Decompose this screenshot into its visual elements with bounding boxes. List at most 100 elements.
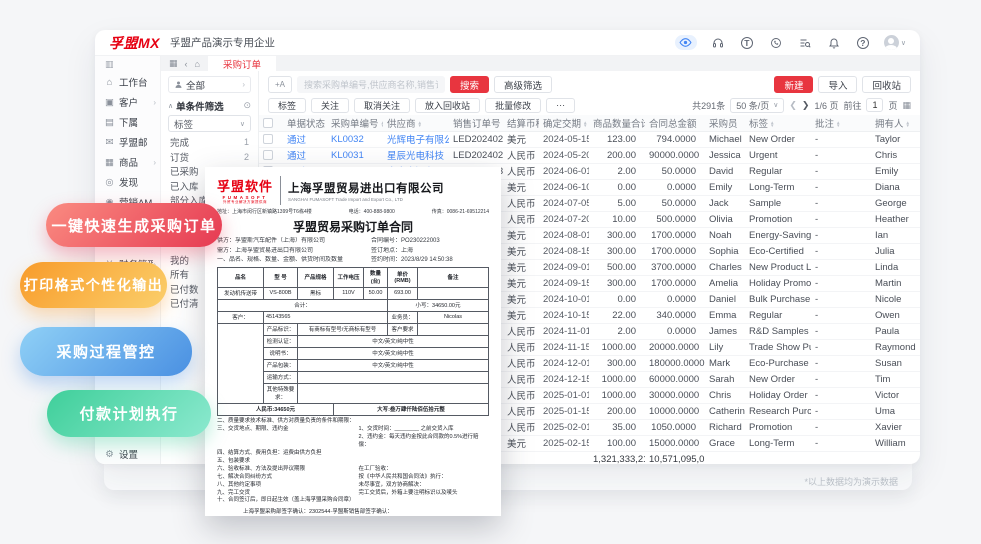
toolbar-button-放入回收站[interactable]: 放入回收站 [415, 97, 481, 113]
cell-date: 2024-11-15 [539, 339, 589, 356]
row-checkbox[interactable] [263, 150, 273, 160]
quick-filter-icon-button[interactable]: +A [268, 76, 292, 93]
column-header-采购单编号[interactable]: 采购单编号 ▲ ▼ [327, 115, 383, 132]
filter-settings-icon[interactable]: ⊙ [243, 100, 251, 111]
contract-attr-label: 其他特殊要求： [263, 382, 298, 404]
cell-status[interactable]: 通过 [283, 147, 327, 164]
column-header-合同总金额[interactable]: 合同总金额 [645, 115, 705, 132]
cell-date: 2024-09-01 [539, 259, 589, 276]
search-button[interactable]: 搜索 [450, 76, 490, 93]
column-settings-icon[interactable]: ▦ [902, 100, 911, 111]
cell-sup[interactable]: 光辉电子有限公司 [383, 131, 449, 148]
tab-grid-icon[interactable]: ▦ [169, 58, 178, 69]
cell-note: - [811, 403, 871, 420]
column-header-单据状态[interactable]: 单据状态▲▼ [283, 115, 327, 132]
sidebar-item-设置[interactable]: ⚙ 设置 [95, 444, 160, 464]
cell-po[interactable]: KL0031 [327, 147, 383, 164]
toolbar-button-关注[interactable]: 关注 [311, 97, 350, 113]
tab-back-icon[interactable]: ‹ [185, 59, 188, 69]
cell-sup[interactable]: 星辰光电科技 [383, 147, 449, 164]
contract-company-block: 上海孚盟贸易进出口有限公司 SANGHAI FUMASOFT Trade Imp… [288, 180, 444, 202]
tab-home-icon[interactable]: ⌂ [195, 59, 200, 69]
sidebar-item-下属[interactable]: ▤ 下属 [95, 112, 160, 132]
row-checkbox[interactable] [263, 134, 273, 144]
chevron-right-icon: › [242, 80, 245, 89]
clause-left: 八、其他约定事项 [217, 481, 262, 488]
scope-selector[interactable]: 全部 › [168, 76, 251, 93]
contract-account-value: 45143565 [263, 310, 388, 324]
sidebar-item-客户[interactable]: ▣ 客户 › [95, 92, 160, 112]
avatar[interactable]: ∨ [883, 35, 906, 51]
import-button[interactable]: 导入 [818, 76, 858, 93]
column-header-标签[interactable]: 标签 ▲ ▼ [745, 115, 811, 132]
filter-header[interactable]: ∧ 单条件筛选 ⊙ [168, 96, 251, 115]
search-input[interactable] [297, 76, 445, 93]
goto-page-input[interactable] [866, 98, 884, 112]
filter-item-完成[interactable]: 完成 1 [168, 135, 251, 150]
column-header-商品数量合计[interactable]: 商品数量合计 [589, 115, 645, 132]
column-header-采购员[interactable]: 采购员 [705, 115, 745, 132]
contract-blank-cell [217, 322, 264, 404]
sidebar-item-发现[interactable]: ◎ 发现 [95, 172, 160, 192]
recycle-bin-button[interactable]: 回收站 [862, 76, 911, 93]
settings-icon: ⚙ [105, 448, 114, 460]
cell-date: 2024-11-01 [539, 323, 589, 340]
search-actions-row: +A 搜索 高级筛选 新建 导入 回收站 [259, 74, 920, 95]
cell-note: - [811, 291, 871, 308]
bell-icon[interactable] [826, 35, 842, 51]
task-list-icon[interactable] [797, 35, 813, 51]
contract-company-name-en: SANGHAI FUMASOFT Trade Import and Export… [288, 196, 403, 202]
column-header-拥有人[interactable]: 拥有人 ▲ ▼ [871, 115, 920, 132]
page-size-select[interactable]: 50 条/页 ∨ [730, 97, 785, 113]
column-header-结算币种[interactable]: 结算币种 [503, 115, 539, 132]
cell-amt: 180000.0000 [645, 355, 705, 372]
cell-note: - [811, 275, 871, 292]
select-all-checkbox[interactable] [263, 117, 273, 128]
chevron-right-icon: › [153, 97, 156, 107]
column-header-销售订单号[interactable]: 销售订单号▲▼ [449, 115, 503, 132]
cell-owner: Chris [871, 147, 920, 164]
demo-eye-icon[interactable] [674, 35, 697, 50]
tag-filter-select[interactable]: 标签 ∨ [168, 115, 251, 132]
contract-signature-line: 上海孚盟采购部签字确认：2302544·孚盟斯销售部签字确认： [243, 509, 393, 516]
create-button[interactable]: 新建 [774, 76, 814, 93]
contract-head-row: 品名型 号产品规格 工作电压 数量(台) 单价(RMB) 备注 [217, 266, 489, 288]
column-header-供应商[interactable]: 供应商 ▲ ▼ [383, 115, 449, 132]
sidebar-item-商品[interactable]: ▦ 商品 › [95, 152, 160, 172]
contract-attr-extra: 客户要求 [387, 322, 418, 336]
sort-desc: ▼ [770, 123, 775, 129]
sort-desc: ▼ [583, 123, 588, 129]
column-header-批注[interactable]: 批注 ▲ ▼ [811, 115, 871, 132]
company-slogan: 孚盟产品演示专用企业 [170, 37, 275, 49]
next-page-button[interactable]: ❯ [802, 100, 810, 111]
cell-tag: Eco-Certified [745, 243, 811, 260]
contract-amount-rmb: 人民币:34650元 [217, 402, 334, 416]
column-header-确定交期[interactable]: 确定交期 ▲ ▼ [539, 115, 589, 132]
contract-clause: 十、合同签订后，即日起生效（盖上海孚盟采购合同章） [217, 497, 489, 505]
cell-tag: Trade Show Purchase [745, 339, 811, 356]
advanced-filter-button[interactable]: 高级筛选 [494, 76, 553, 93]
sidebar-collapse-icon[interactable]: ▥ [95, 58, 160, 72]
cell-amt: 50.0000 [645, 195, 705, 212]
prev-page-button[interactable]: ❮ [789, 100, 797, 111]
toolbar-button-···[interactable]: ··· [546, 97, 576, 113]
cell-status[interactable]: 通过 [283, 131, 327, 148]
toolbar-button-批量修改[interactable]: 批量修改 [485, 97, 542, 113]
headset-icon[interactable] [710, 35, 726, 51]
toolbar-button-标签[interactable]: 标签 [268, 97, 307, 113]
cell-owner: Raymond [871, 339, 920, 356]
contract-buyer: 需方：上海孚盟贸易进出口有限公司 [217, 247, 314, 254]
contract-attr-label: 运输方式： [263, 370, 298, 384]
whatsapp-icon[interactable] [768, 35, 784, 51]
sidebar-item-孚盟邮[interactable]: ✉ 孚盟邮 [95, 132, 160, 152]
filter-item-订货[interactable]: 订货 2 [168, 150, 251, 165]
clause-left: 二、质量要求技术标准、供方对质量负责的条件和期限： [217, 417, 355, 424]
contract-product-cell: VS-800B [263, 286, 298, 300]
sidebar-item-工作台[interactable]: ⌂ 工作台 [95, 72, 160, 92]
cell-po[interactable]: KL0032 [327, 131, 383, 148]
cell-date: 2025-01-01 [539, 387, 589, 404]
tab-purchase-orders[interactable]: 采购订单 [207, 56, 276, 71]
toolbar-button-取消关注[interactable]: 取消关注 [354, 97, 411, 113]
help-icon[interactable]: ? [855, 35, 871, 51]
translate-icon[interactable]: T [739, 35, 755, 51]
